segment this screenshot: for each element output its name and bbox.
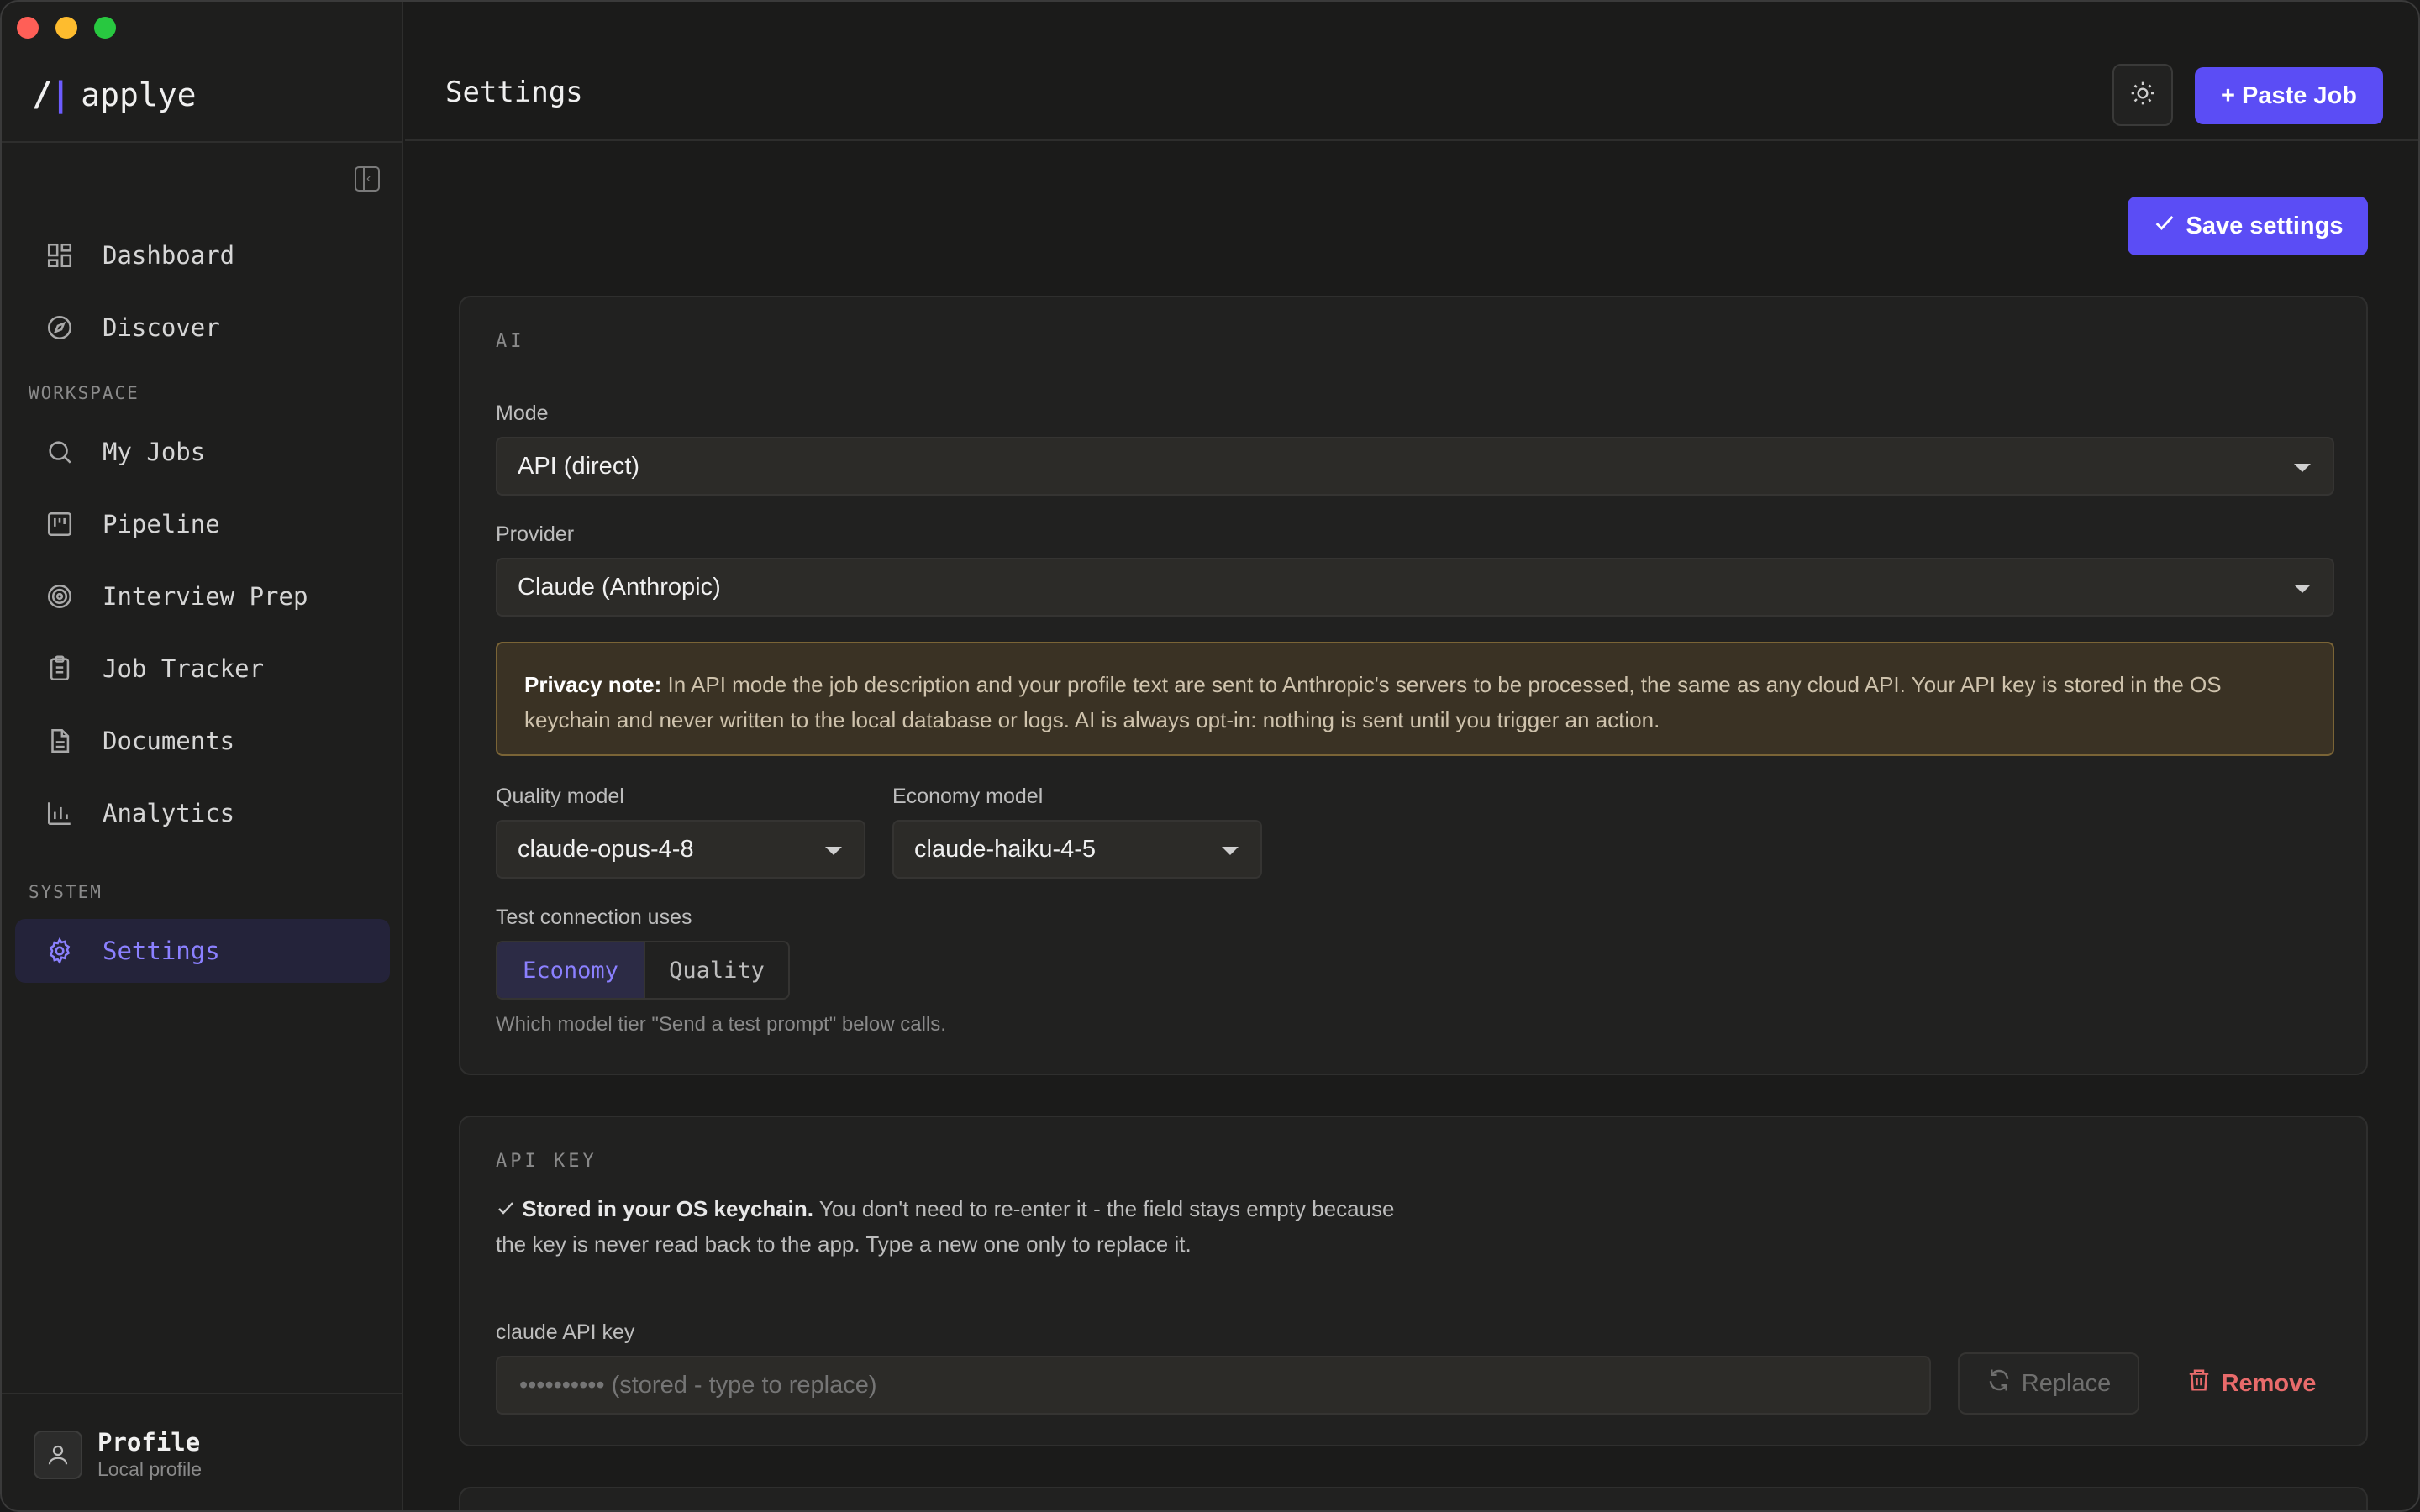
replace-key-button[interactable]: Replace bbox=[1958, 1352, 2139, 1415]
economy-model-select[interactable]: claude-haiku-4-5 bbox=[892, 820, 1262, 879]
divider bbox=[2, 1393, 403, 1394]
sidebar-item-label: Settings bbox=[103, 937, 220, 965]
check-icon bbox=[2153, 211, 2176, 241]
maximize-window-button[interactable] bbox=[94, 17, 116, 39]
api-key-input[interactable] bbox=[496, 1356, 1931, 1415]
sidebar-item-analytics[interactable]: Analytics bbox=[15, 781, 390, 845]
window-controls bbox=[17, 17, 116, 39]
minimize-window-button[interactable] bbox=[55, 17, 77, 39]
top-bar: Settings + Paste Job bbox=[405, 2, 2418, 141]
section-label-workspace: WORKSPACE bbox=[29, 383, 139, 403]
sidebar-item-label: Interview Prep bbox=[103, 582, 308, 611]
theme-toggle-button[interactable] bbox=[2112, 64, 2173, 126]
document-icon bbox=[44, 725, 76, 757]
sun-icon bbox=[2129, 80, 2156, 111]
sidebar-item-pipeline[interactable]: Pipeline bbox=[15, 492, 390, 556]
sidebar-item-label: Analytics bbox=[103, 799, 235, 827]
sidebar-item-interview-prep[interactable]: Interview Prep bbox=[15, 564, 390, 628]
quality-model-select[interactable]: claude-opus-4-8 bbox=[496, 820, 865, 879]
sidebar-item-settings[interactable]: Settings bbox=[15, 919, 390, 983]
api-key-card: API KEY Stored in your OS keychain. You … bbox=[459, 1116, 2368, 1446]
compass-icon bbox=[44, 312, 76, 344]
page-title: Settings bbox=[445, 76, 583, 109]
tab-quality[interactable]: Quality bbox=[644, 942, 788, 998]
profile-button[interactable]: Profile Local profile bbox=[34, 1428, 202, 1481]
clipboard-icon bbox=[44, 653, 76, 685]
profile-name: Profile bbox=[97, 1428, 201, 1457]
provider-label: Provider bbox=[496, 522, 575, 546]
privacy-note-text: In API mode the job description and your… bbox=[524, 672, 2222, 732]
quality-model-label: Quality model bbox=[496, 785, 624, 808]
sidebar: /| applye ‹ Dashboard Discover WORKSPACE… bbox=[2, 2, 403, 1510]
test-connection-hint: Which model tier "Send a test prompt" be… bbox=[496, 1013, 946, 1036]
api-key-label: claude API key bbox=[496, 1320, 635, 1344]
gear-icon bbox=[44, 935, 76, 967]
section-label-system: SYSTEM bbox=[29, 882, 103, 902]
kanban-icon bbox=[44, 508, 76, 540]
sidebar-item-label: My Jobs bbox=[103, 438, 206, 466]
app-window: /| applye ‹ Dashboard Discover WORKSPACE… bbox=[0, 0, 2420, 1512]
test-connection-toggle: Economy Quality bbox=[496, 941, 790, 1000]
card-title: AI bbox=[496, 331, 525, 352]
chevron-down-icon bbox=[1222, 847, 1239, 855]
sidebar-item-job-tracker[interactable]: Job Tracker bbox=[15, 637, 390, 701]
test-connection-label: Test connection uses bbox=[496, 906, 692, 929]
economy-model-value: claude-haiku-4-5 bbox=[914, 835, 1097, 863]
brand-logo[interactable]: /| applye bbox=[32, 76, 196, 114]
sidebar-item-label: Documents bbox=[103, 727, 235, 755]
brand-mark: /| bbox=[32, 76, 71, 114]
next-settings-card bbox=[459, 1487, 2368, 1510]
chevron-down-icon bbox=[2294, 585, 2311, 593]
mode-value: API (direct) bbox=[518, 452, 640, 480]
chevron-down-icon bbox=[2294, 464, 2311, 472]
brand-name: applye bbox=[81, 76, 197, 113]
remove-key-button[interactable]: Remove bbox=[2180, 1352, 2323, 1415]
sidebar-item-label: Discover bbox=[103, 313, 220, 342]
divider bbox=[2, 141, 403, 143]
privacy-note-title: Privacy note: bbox=[524, 672, 662, 697]
replace-key-label: Replace bbox=[2021, 1369, 2112, 1397]
bar-chart-icon bbox=[44, 797, 76, 829]
tab-economy[interactable]: Economy bbox=[497, 942, 644, 998]
sidebar-item-dashboard[interactable]: Dashboard bbox=[15, 223, 390, 287]
mode-label: Mode bbox=[496, 402, 549, 425]
mode-select[interactable]: API (direct) bbox=[496, 437, 2334, 496]
search-icon bbox=[44, 436, 76, 468]
close-window-button[interactable] bbox=[17, 17, 39, 39]
stored-key-title: Stored in your OS keychain. bbox=[522, 1196, 813, 1221]
stored-key-notice: Stored in your OS keychain. You don't ne… bbox=[496, 1191, 1420, 1262]
sidebar-item-my-jobs[interactable]: My Jobs bbox=[15, 420, 390, 484]
sidebar-item-discover[interactable]: Discover bbox=[15, 296, 390, 360]
profile-subtitle: Local profile bbox=[97, 1458, 203, 1480]
check-icon bbox=[496, 1196, 522, 1221]
quality-model-value: claude-opus-4-8 bbox=[518, 835, 694, 863]
provider-select[interactable]: Claude (Anthropic) bbox=[496, 558, 2334, 617]
collapse-sidebar-icon[interactable]: ‹ bbox=[355, 166, 380, 192]
remove-key-label: Remove bbox=[2221, 1369, 2317, 1397]
ai-settings-card: AI Mode API (direct) Provider Claude (An… bbox=[459, 296, 2368, 1075]
save-settings-button[interactable]: Save settings bbox=[2128, 197, 2368, 255]
sidebar-item-label: Job Tracker bbox=[103, 654, 265, 683]
target-icon bbox=[44, 580, 76, 612]
save-settings-label: Save settings bbox=[2186, 212, 2344, 239]
chevron-down-icon bbox=[825, 847, 842, 855]
sidebar-item-label: Pipeline bbox=[103, 510, 220, 538]
paste-job-button[interactable]: + Paste Job bbox=[2195, 67, 2383, 124]
provider-value: Claude (Anthropic) bbox=[518, 573, 721, 601]
user-icon bbox=[34, 1430, 82, 1479]
sidebar-item-documents[interactable]: Documents bbox=[15, 709, 390, 773]
grid-icon bbox=[44, 239, 76, 271]
refresh-icon bbox=[1986, 1368, 2012, 1399]
economy-model-label: Economy model bbox=[892, 785, 1044, 808]
trash-icon bbox=[2186, 1368, 2212, 1399]
privacy-note: Privacy note: In API mode the job descri… bbox=[496, 642, 2334, 756]
card-title: API KEY bbox=[496, 1151, 597, 1172]
sidebar-item-label: Dashboard bbox=[103, 241, 235, 270]
